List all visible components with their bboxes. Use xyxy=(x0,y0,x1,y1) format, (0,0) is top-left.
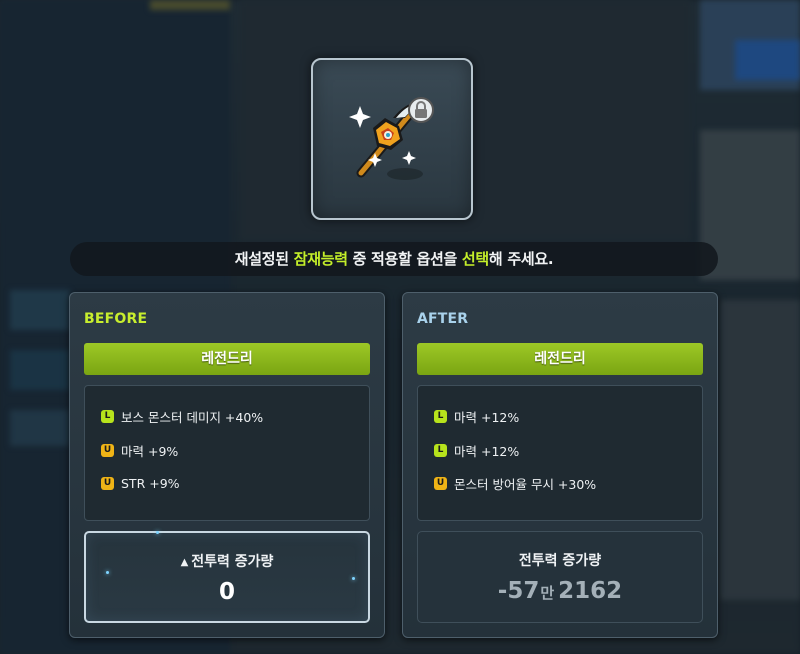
option-text: 마력 +9% xyxy=(121,443,179,459)
before-power-box[interactable]: ▲ 전투력 증가량 0 xyxy=(84,531,370,623)
before-title: BEFORE xyxy=(84,311,148,327)
option-line: U 몬스터 방어율 무시 +30% xyxy=(434,467,702,501)
unique-grade-icon: U xyxy=(101,443,114,457)
lock-icon xyxy=(408,97,434,123)
option-line: L 마력 +12% xyxy=(434,434,702,468)
power-increase-label: ▲ 전투력 증가량 xyxy=(86,551,368,571)
option-text: 마력 +12% xyxy=(454,443,520,459)
increase-triangle-icon: ▲ xyxy=(180,557,189,568)
sparkle-effect xyxy=(352,577,355,580)
legendary-grade-icon: L xyxy=(434,410,447,424)
option-text: 마력 +12% xyxy=(454,410,520,426)
option-line: L 보스 몬스터 데미지 +40% xyxy=(101,400,369,434)
sparkle-effect xyxy=(156,531,159,534)
option-text: 보스 몬스터 데미지 +40% xyxy=(121,410,264,426)
power-label-text: 전투력 증가량 xyxy=(191,554,274,570)
banner-text-part: 중 적용할 옵션을 xyxy=(347,250,462,268)
banner-text-part: 해 주세요. xyxy=(488,250,554,268)
power-increase-value: 0 xyxy=(218,579,235,605)
option-text: 몬스터 방어율 무시 +30% xyxy=(454,477,597,493)
option-line: L 마력 +12% xyxy=(434,400,702,434)
banner-highlight-potential: 잠재능력 xyxy=(293,250,348,268)
after-title: AFTER xyxy=(417,311,469,327)
power-value-unit: 만 xyxy=(540,584,555,602)
banner-highlight-select: 선택 xyxy=(461,250,489,268)
staff-weapon-icon xyxy=(349,97,434,180)
legendary-grade-icon: L xyxy=(434,443,447,457)
before-grade-bar: 레전드리 xyxy=(84,343,370,375)
power-increase-value: -57만 2162 xyxy=(418,578,702,604)
banner-text-part: 재설정된 xyxy=(234,250,294,268)
power-value-rest: 2162 xyxy=(558,578,623,604)
after-options-list: L 마력 +12% L 마력 +12% U 몬스터 방어율 무시 +30% xyxy=(417,385,703,521)
unique-grade-icon: U xyxy=(101,477,114,491)
option-line: U STR +9% xyxy=(101,467,369,501)
sparkle-effect xyxy=(106,571,109,574)
power-increase-label: 전투력 증가량 xyxy=(518,553,602,569)
after-option-panel[interactable]: AFTER 레전드리 L 마력 +12% L 마력 +12% U 몬스터 방어율… xyxy=(402,292,718,638)
instruction-banner: 재설정된 잠재능력 중 적용할 옵션을 선택해 주세요. xyxy=(70,242,718,276)
power-value-main: -57 xyxy=(497,578,540,604)
option-line: U 마력 +9% xyxy=(101,434,369,468)
option-text: STR +9% xyxy=(121,476,180,492)
before-option-panel[interactable]: BEFORE 레전드리 L 보스 몬스터 데미지 +40% U 마력 +9% U… xyxy=(69,292,385,638)
after-grade-bar: 레전드리 xyxy=(417,343,703,375)
unique-grade-icon: U xyxy=(434,477,447,491)
legendary-grade-icon: L xyxy=(101,410,114,424)
before-options-list: L 보스 몬스터 데미지 +40% U 마력 +9% U STR +9% xyxy=(84,385,370,521)
item-icon-frame xyxy=(311,58,473,220)
after-power-box[interactable]: 전투력 증가량 -57만 2162 xyxy=(417,531,703,623)
